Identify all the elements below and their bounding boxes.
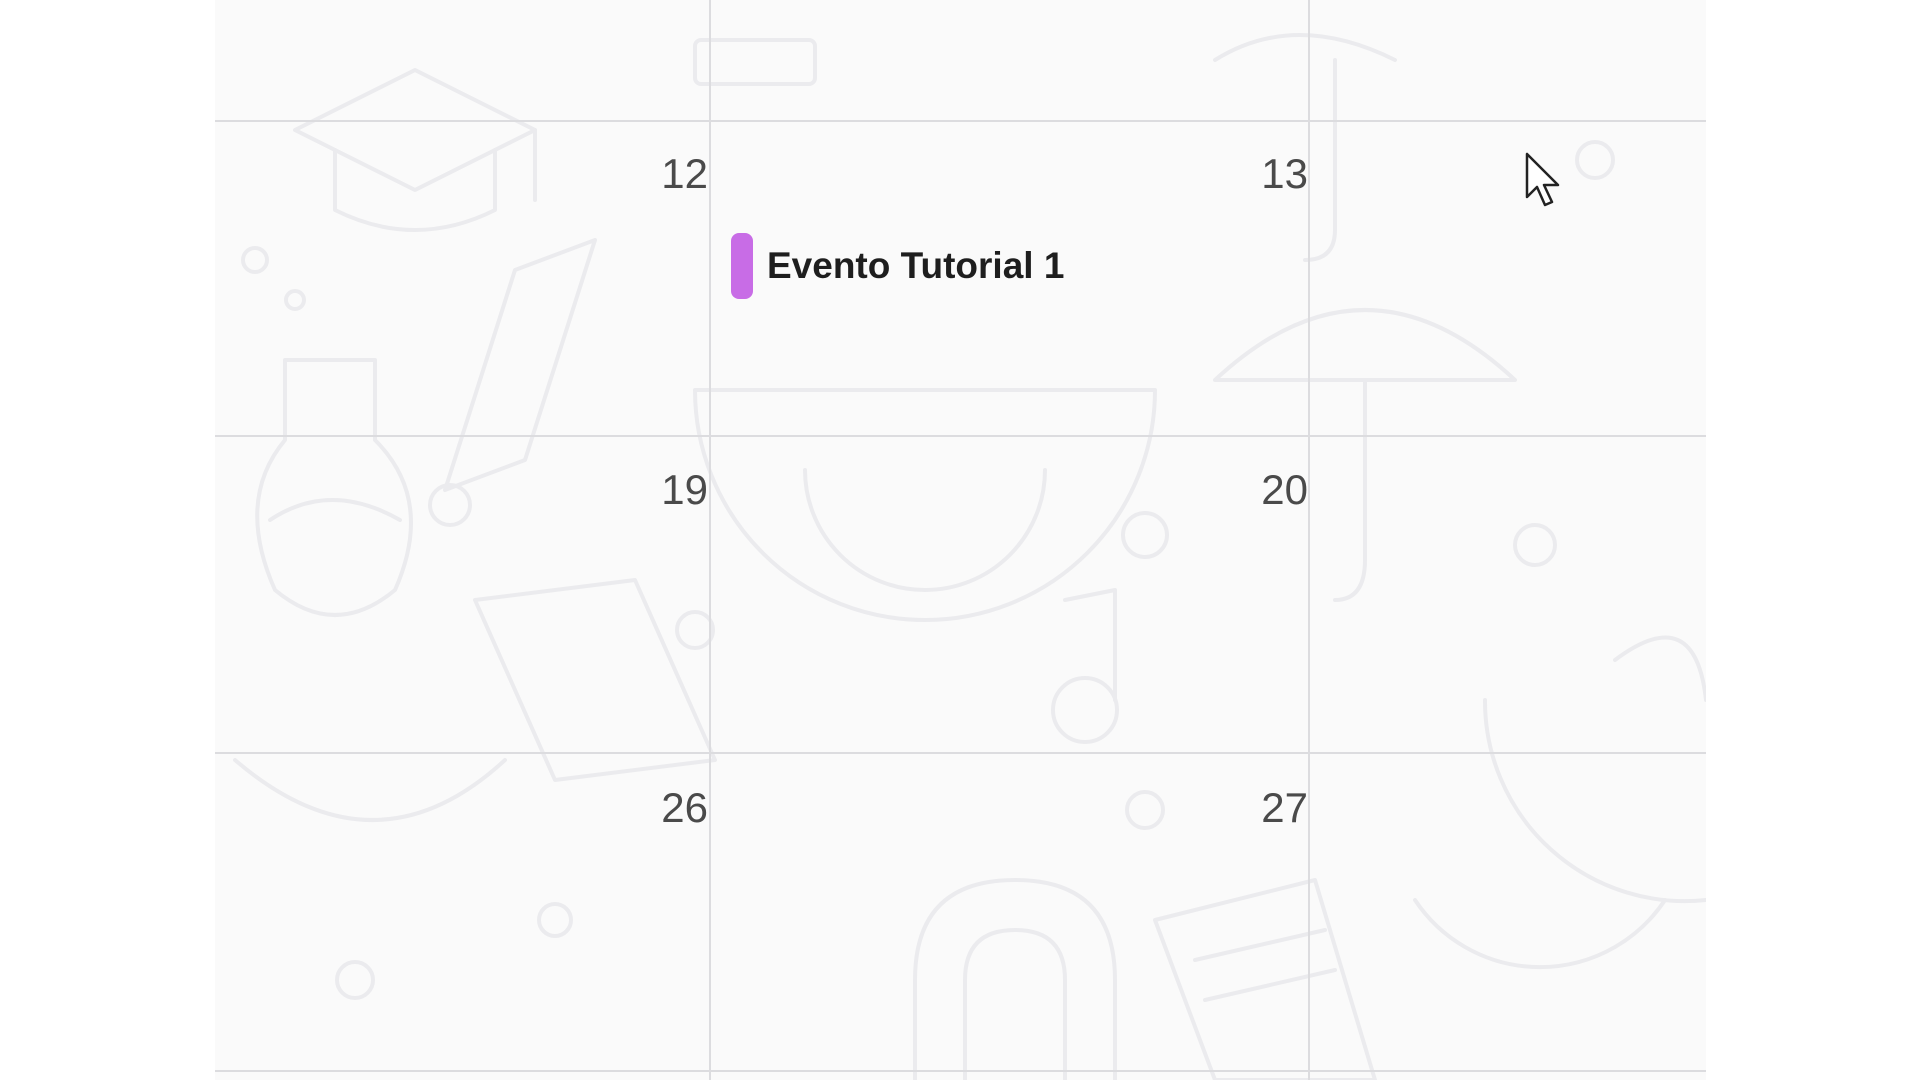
mouse-pointer-icon xyxy=(1525,152,1560,207)
day-number[interactable]: 12 xyxy=(568,153,708,195)
calendar-month-grid: 12 13 19 20 26 27 Evento Tutorial 1 xyxy=(215,0,1706,1080)
event-color-bar xyxy=(731,233,753,299)
day-number[interactable]: 26 xyxy=(568,787,708,829)
day-number[interactable]: 19 xyxy=(568,469,708,511)
day-number[interactable]: 20 xyxy=(1168,469,1308,511)
event-title: Evento Tutorial 1 xyxy=(767,245,1065,286)
doodle-background xyxy=(233,33,1706,1080)
grid-column-divider xyxy=(709,0,711,1080)
grid-row-divider xyxy=(215,1070,1706,1072)
grid-column-divider xyxy=(1308,0,1310,1080)
calendar-event[interactable]: Evento Tutorial 1 xyxy=(731,233,1064,299)
grid-row-divider xyxy=(215,435,1706,437)
grid-row-divider xyxy=(215,120,1706,122)
grid-row-divider xyxy=(215,752,1706,754)
day-number[interactable]: 27 xyxy=(1168,787,1308,829)
day-number[interactable]: 13 xyxy=(1168,153,1308,195)
